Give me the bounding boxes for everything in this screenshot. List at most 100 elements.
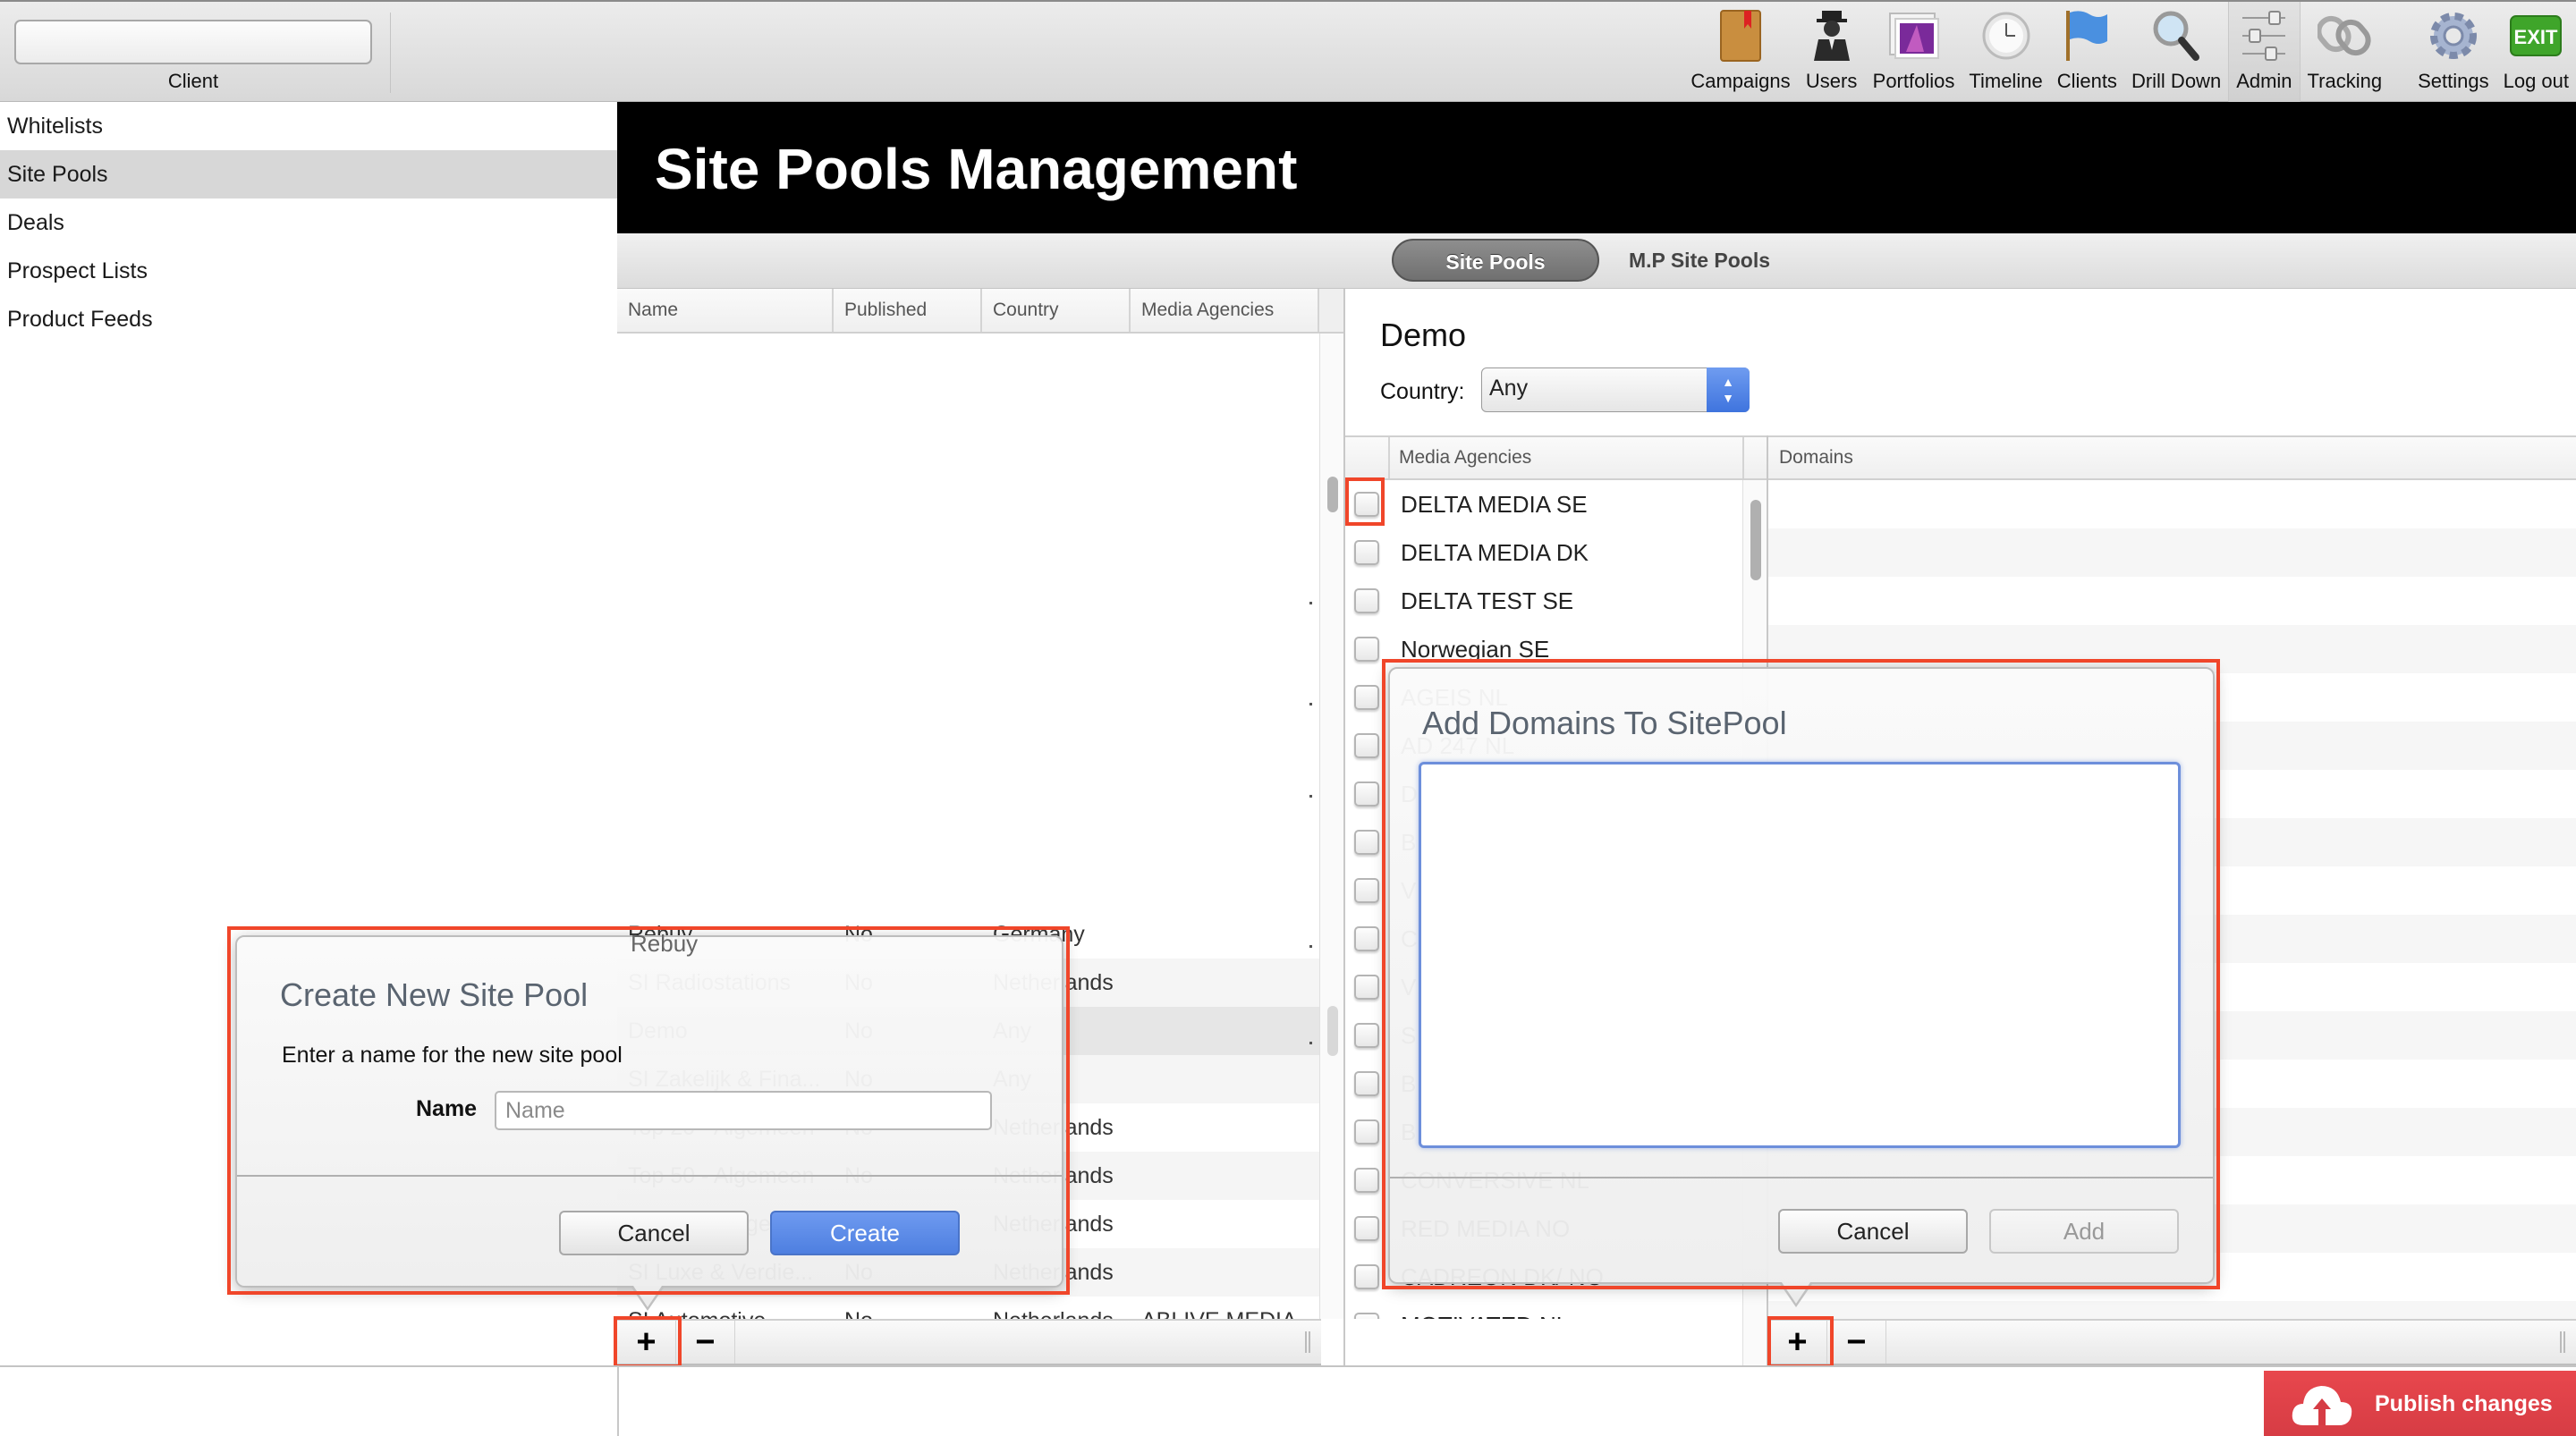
agency-checkbox[interactable]	[1354, 1168, 1379, 1193]
toolbar-divider	[390, 13, 391, 93]
user-icon	[1805, 9, 1859, 63]
publish-changes-button[interactable]: Publish changes	[2264, 1371, 2576, 1436]
agency-name: DELTA MEDIA SE	[1401, 490, 1588, 518]
agency-name: MOTIVATED NL	[1401, 1312, 1569, 1320]
country-select[interactable]: Any ▲ ▼	[1481, 367, 1750, 412]
resize-grip[interactable]	[1305, 1331, 1310, 1353]
select-arrows-icon: ▲ ▼	[1707, 367, 1750, 412]
sliders-icon	[2237, 9, 2291, 63]
site-pool-title: Demo	[1380, 317, 1467, 353]
dialog-separator	[237, 1175, 1062, 1177]
sidebar-item-deals[interactable]: Deals	[0, 199, 617, 247]
column-header-country[interactable]: Country	[982, 289, 1131, 332]
table-header-filler	[1319, 289, 1343, 334]
agency-checkbox[interactable]	[1354, 878, 1379, 903]
scrollbar-thumb-secondary[interactable]	[1327, 1006, 1338, 1056]
nav-tracking[interactable]: Tracking	[2301, 2, 2390, 102]
nav-label: Settings	[2418, 70, 2489, 92]
remove-site-pool-button[interactable]: −	[676, 1321, 735, 1364]
nav-timeline[interactable]: Timeline	[1962, 2, 2049, 102]
add-site-pool-button[interactable]: +	[617, 1321, 676, 1364]
remove-domains-button[interactable]: −	[1827, 1321, 1886, 1364]
agency-checkbox[interactable]	[1354, 781, 1379, 807]
column-header-domains[interactable]: Domains	[1779, 437, 1853, 478]
nav-settings[interactable]: Settings	[2411, 2, 2496, 102]
agency-checkbox[interactable]	[1354, 1264, 1379, 1289]
nav-clients[interactable]: Clients	[2050, 2, 2124, 102]
row-marker	[1309, 945, 1312, 948]
agency-checkbox[interactable]	[1354, 492, 1379, 517]
add-domains-button[interactable]: +	[1768, 1321, 1827, 1364]
row-marker	[1309, 795, 1312, 798]
column-header-name[interactable]: Name	[617, 289, 834, 332]
site-pool-name-input[interactable]	[495, 1091, 992, 1130]
agency-name: DELTA MEDIA DK	[1401, 538, 1589, 566]
agency-checkbox[interactable]	[1354, 540, 1379, 565]
agency-row[interactable]: DELTA TEST SE	[1345, 577, 1742, 625]
popover-arrow	[633, 1286, 662, 1307]
magnifier-icon	[2149, 9, 2203, 63]
nav-log-out[interactable]: EXIT Log out	[2496, 2, 2576, 102]
nav-admin[interactable]: Admin	[2228, 2, 2301, 102]
domain-row	[1768, 577, 2576, 625]
agency-checkbox[interactable]	[1354, 975, 1379, 1000]
table-row[interactable]: SI AutomotiveNoNetherlandsABLIVE MEDIA	[617, 1297, 1319, 1320]
nav-portfolios[interactable]: Portfolios	[1866, 2, 1962, 102]
column-header-media-agencies[interactable]: Media Agencies	[1131, 289, 1319, 332]
nav-label: Campaigns	[1690, 70, 1791, 92]
cancel-add-domains-button[interactable]: Cancel	[1778, 1209, 1968, 1254]
top-toolbar: Client Campaigns Users Portfolios Timeli…	[0, 0, 2576, 102]
agency-checkbox[interactable]	[1354, 733, 1379, 758]
agency-row[interactable]: DELTA MEDIA SE	[1345, 480, 1742, 528]
domain-row	[1768, 528, 2576, 577]
column-header-published[interactable]: Published	[834, 289, 982, 332]
add-domains-dialog-title: Add Domains To SitePool	[1422, 705, 1787, 741]
footer-divider	[617, 1367, 619, 1436]
cell-country: Netherlands	[982, 1308, 1131, 1320]
client-input[interactable]	[14, 20, 372, 64]
agency-checkbox[interactable]	[1354, 1071, 1379, 1096]
nav-label: Timeline	[1969, 70, 2043, 92]
agency-checkbox[interactable]	[1354, 637, 1379, 662]
sidebar-item-whitelists[interactable]: Whitelists	[0, 102, 617, 150]
row-marker	[1309, 1042, 1312, 1044]
column-header-media-agencies[interactable]: Media Agencies	[1399, 437, 1531, 478]
domains-header: Domains	[1767, 435, 2576, 480]
agency-row[interactable]: DELTA MEDIA DK	[1345, 528, 1742, 577]
create-button[interactable]: Create	[770, 1211, 960, 1255]
agency-checkbox[interactable]	[1354, 685, 1379, 710]
agency-checkbox[interactable]	[1354, 830, 1379, 855]
scrollbar-thumb[interactable]	[1327, 477, 1338, 512]
footer-bar: Publish changes	[0, 1365, 2576, 1436]
chain-link-icon	[2318, 9, 2371, 63]
add-button[interactable]: Add	[1989, 1209, 2179, 1254]
agency-row[interactable]: Norwegian SE	[1345, 625, 1742, 673]
sidebar-item-site-pools[interactable]: Site Pools	[0, 150, 617, 199]
sitepools-scrollbar[interactable]	[1319, 334, 1343, 1319]
nav-label: Tracking	[2307, 70, 2383, 92]
cancel-create-button[interactable]: Cancel	[559, 1211, 749, 1255]
nav-campaigns[interactable]: Campaigns	[1683, 2, 1797, 102]
checkbox-column-header	[1345, 437, 1390, 478]
svg-text:EXIT: EXIT	[2514, 26, 2558, 48]
publish-changes-label: Publish changes	[2375, 1391, 2553, 1416]
clock-icon	[1979, 9, 2033, 63]
nav-drill-down[interactable]: Drill Down	[2124, 2, 2228, 102]
scrollbar-thumb[interactable]	[1750, 500, 1761, 580]
agency-checkbox[interactable]	[1354, 1216, 1379, 1241]
agency-checkbox[interactable]	[1354, 1119, 1379, 1145]
nav-label: Users	[1805, 70, 1858, 92]
sidebar-item-product-feeds[interactable]: Product Feeds	[0, 295, 617, 343]
agency-checkbox[interactable]	[1354, 926, 1379, 951]
agency-checkbox[interactable]	[1354, 588, 1379, 613]
tab-site-pools[interactable]: Site Pools	[1392, 239, 1599, 282]
domains-textarea[interactable]	[1419, 762, 2181, 1148]
nav-users[interactable]: Users	[1798, 2, 1866, 102]
agency-checkbox[interactable]	[1354, 1023, 1379, 1048]
agency-row[interactable]: MOTIVATED NL	[1345, 1301, 1742, 1319]
sidebar-item-prospect-lists[interactable]: Prospect Lists	[0, 247, 617, 295]
agency-checkbox[interactable]	[1354, 1313, 1379, 1319]
tab-mp-site-pools[interactable]: M.P Site Pools	[1619, 239, 1780, 282]
gear-icon	[2427, 9, 2480, 63]
resize-grip[interactable]	[2560, 1331, 2565, 1353]
